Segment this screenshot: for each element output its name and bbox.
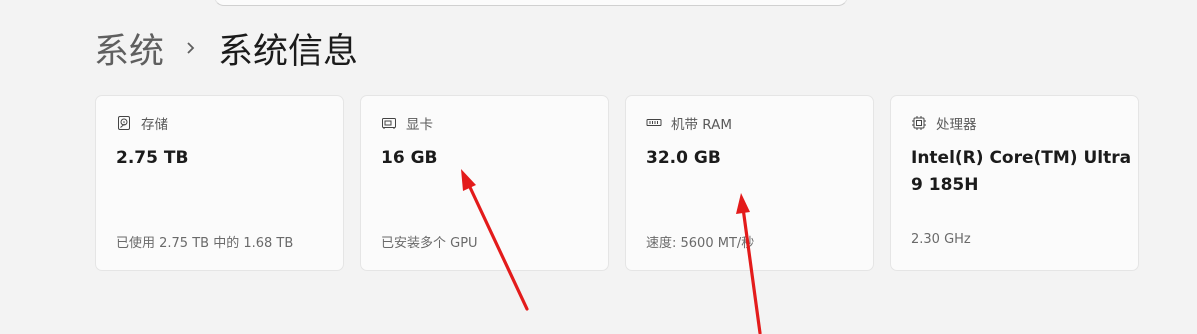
- card-value: 2.75 TB: [116, 148, 189, 168]
- card-header: 存储: [116, 113, 168, 133]
- chevron-right-icon: [164, 22, 218, 74]
- card-header: 显卡: [381, 113, 433, 133]
- card-value: 16 GB: [381, 148, 438, 168]
- processor-card: 处理器 Intel(R) Core(TM) Ultra 9 185H 2.30 …: [890, 95, 1139, 271]
- card-header: 机带 RAM: [646, 113, 732, 133]
- breadcrumb-parent[interactable]: 系统: [94, 23, 164, 74]
- processor-icon: [911, 115, 927, 131]
- card-header: 处理器: [911, 113, 977, 133]
- storage-card: 存储 2.75 TB 已使用 2.75 TB 中的 1.68 TB: [95, 95, 344, 271]
- card-detail: 已安装多个 GPU: [381, 236, 478, 251]
- page-title: 系统信息: [218, 31, 359, 72]
- card-label: 显卡: [406, 117, 433, 133]
- ram-card: 机带 RAM 32.0 GB 速度: 5600 MT/秒: [625, 95, 874, 271]
- card-detail: 速度: 5600 MT/秒: [646, 236, 755, 251]
- card-label: 处理器: [936, 117, 977, 133]
- display-adapter-icon: [381, 115, 397, 131]
- card-detail: 已使用 2.75 TB 中的 1.68 TB: [116, 236, 294, 251]
- display-adapter-card: 显卡 16 GB 已安装多个 GPU: [360, 95, 609, 271]
- card-detail: 2.30 GHz: [911, 232, 971, 247]
- card-value: Intel(R) Core(TM) Ultra 9 185H: [911, 148, 1132, 195]
- search-box[interactable]: [214, 0, 848, 6]
- storage-icon: [116, 115, 132, 131]
- memory-icon: [646, 115, 662, 131]
- breadcrumb: 系统 系统信息: [94, 22, 358, 74]
- card-label: 机带 RAM: [671, 117, 733, 133]
- card-label: 存储: [141, 117, 168, 133]
- card-value: 32.0 GB: [646, 148, 721, 168]
